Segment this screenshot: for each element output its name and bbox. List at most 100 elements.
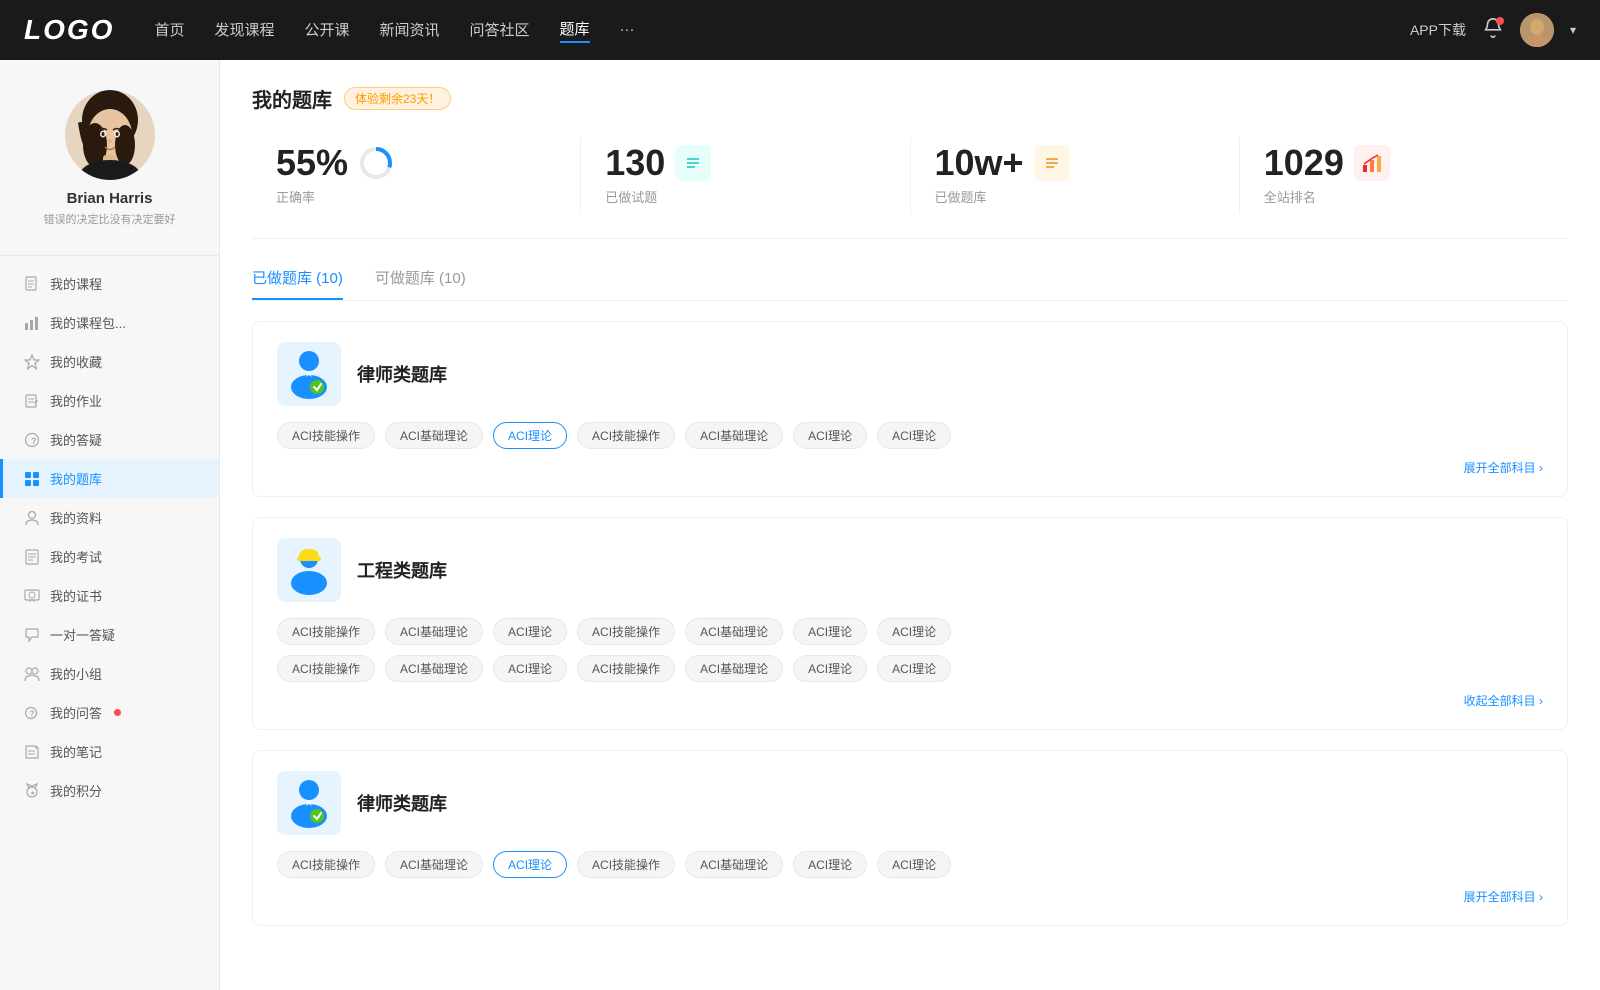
page-title: 我的题库 [252, 84, 332, 113]
tag-2-5[interactable]: ACI基础理论 [685, 618, 783, 645]
tag-2-11[interactable]: ACI技能操作 [577, 655, 675, 682]
tag-2-3[interactable]: ACI理论 [493, 618, 567, 645]
qbank-title-text-2: 工程类题库 [357, 557, 447, 583]
sidebar-item-questions[interactable]: ? 我的问答 [0, 693, 219, 732]
nav-qbank[interactable]: 题库 [560, 18, 590, 43]
qanda-icon: ? [24, 705, 40, 721]
qbank-expand-1[interactable]: 展开全部科目 › [277, 459, 1543, 476]
tag-1-7[interactable]: ACI理论 [877, 422, 951, 449]
notification-dot [1496, 17, 1504, 25]
tag-2-10[interactable]: ACI理论 [493, 655, 567, 682]
qbank-header-engineer: 工程类题库 [277, 538, 1543, 602]
tag-1-5[interactable]: ACI基础理论 [685, 422, 783, 449]
logo[interactable]: LOGO [24, 14, 114, 46]
nav-qa[interactable]: 问答社区 [470, 19, 530, 42]
tab-todo[interactable]: 可做题库 (10) [375, 267, 466, 300]
people-icon [24, 510, 40, 526]
stat-top-questions: 130 [605, 145, 885, 181]
stat-icon-rank [1354, 145, 1390, 181]
edit-icon [24, 393, 40, 409]
main-layout: Brian Harris 错误的决定比没有决定要好 我的课程 我的课程包... [0, 60, 1600, 990]
tag-2-6[interactable]: ACI理论 [793, 618, 867, 645]
nav-discover[interactable]: 发现课程 [214, 19, 274, 42]
sidebar-label-qa: 我的答疑 [50, 430, 102, 449]
qbank-header-lawyer-2: 律师类题库 [277, 771, 1543, 835]
sidebar-avatar [65, 90, 155, 180]
user-dropdown-arrow[interactable]: ▾ [1570, 23, 1576, 37]
sidebar-item-homework[interactable]: 我的作业 [0, 381, 219, 420]
tag-2-7[interactable]: ACI理论 [877, 618, 951, 645]
nav-home[interactable]: 首页 [154, 19, 184, 42]
sidebar-label-homework: 我的作业 [50, 391, 102, 410]
doc-icon [24, 549, 40, 565]
tag-3-3[interactable]: ACI理论 [493, 851, 567, 878]
tag-1-3[interactable]: ACI理论 [493, 422, 567, 449]
stat-questions-done: 130 已做试题 [581, 137, 910, 214]
sidebar-item-exam[interactable]: 我的考试 [0, 537, 219, 576]
nav-news[interactable]: 新闻资讯 [380, 19, 440, 42]
qbank-collapse-2[interactable]: 收起全部科目 › [277, 692, 1543, 709]
donut-chart [358, 145, 394, 181]
sidebar-label-favorites: 我的收藏 [50, 352, 102, 371]
tag-2-1[interactable]: ACI技能操作 [277, 618, 375, 645]
tag-3-6[interactable]: ACI理论 [793, 851, 867, 878]
tag-3-7[interactable]: ACI理论 [877, 851, 951, 878]
tag-2-14[interactable]: ACI理论 [877, 655, 951, 682]
sidebar-label-cert: 我的证书 [50, 586, 102, 605]
tag-1-2[interactable]: ACI基础理论 [385, 422, 483, 449]
qbank-expand-3[interactable]: 展开全部科目 › [277, 888, 1543, 905]
sidebar-item-points[interactable]: ★ 我的积分 [0, 771, 219, 810]
nav-open-course[interactable]: 公开课 [304, 19, 349, 42]
tag-3-1[interactable]: ACI技能操作 [277, 851, 375, 878]
sidebar-item-group[interactable]: 我的小组 [0, 654, 219, 693]
qbank-title-text-1: 律师类题库 [357, 361, 447, 387]
tag-2-8[interactable]: ACI技能操作 [277, 655, 375, 682]
list-orange-icon [1040, 151, 1064, 175]
tag-3-2[interactable]: ACI基础理论 [385, 851, 483, 878]
tag-2-12[interactable]: ACI基础理论 [685, 655, 783, 682]
qbank-icon-engineer [277, 538, 341, 602]
qbank-card-lawyer-1: 律师类题库 ACI技能操作 ACI基础理论 ACI理论 ACI技能操作 ACI基… [252, 321, 1568, 497]
sidebar-item-profile[interactable]: 我的资料 [0, 498, 219, 537]
nav-more[interactable]: ··· [620, 21, 635, 40]
sidebar-profile: Brian Harris 错误的决定比没有决定要好 [0, 80, 219, 247]
tag-2-4[interactable]: ACI技能操作 [577, 618, 675, 645]
tag-2-9[interactable]: ACI基础理论 [385, 655, 483, 682]
stat-banks-done: 10w+ 已做题库 [911, 137, 1240, 214]
sidebar-item-qa[interactable]: ? 我的答疑 [0, 420, 219, 459]
topnav-menu: 首页 发现课程 公开课 新闻资讯 问答社区 题库 ··· [154, 18, 1410, 43]
tag-2-13[interactable]: ACI理论 [793, 655, 867, 682]
stat-label-banks: 已做题库 [935, 187, 1215, 206]
sidebar-item-cert[interactable]: 我的证书 [0, 576, 219, 615]
app-download-link[interactable]: APP下载 [1410, 20, 1466, 40]
sidebar-item-my-course[interactable]: 我的课程 [0, 264, 219, 303]
tag-1-6[interactable]: ACI理论 [793, 422, 867, 449]
sidebar-label-course-pack: 我的课程包... [50, 313, 126, 332]
qbank-tags-lawyer-2: ACI技能操作 ACI基础理论 ACI理论 ACI技能操作 ACI基础理论 AC… [277, 851, 1543, 878]
tab-done[interactable]: 已做题库 (10) [252, 267, 343, 300]
tag-3-4[interactable]: ACI技能操作 [577, 851, 675, 878]
stat-label-correct: 正确率 [276, 187, 556, 206]
sidebar-item-favorites[interactable]: 我的收藏 [0, 342, 219, 381]
qbank-tags-engineer-row2: ACI技能操作 ACI基础理论 ACI理论 ACI技能操作 ACI基础理论 AC… [277, 655, 1543, 682]
chat-icon [24, 627, 40, 643]
medal-icon: ★ [24, 783, 40, 799]
question-icon: ? [24, 432, 40, 448]
notification-bell[interactable] [1482, 17, 1504, 44]
star-icon [24, 354, 40, 370]
qbank-title-lawyer-2-wrap: 律师类题库 [357, 790, 447, 816]
sidebar-motto: 错误的决定比没有决定要好 [16, 211, 203, 227]
sidebar-item-tutor[interactable]: 一对一答疑 [0, 615, 219, 654]
sidebar-item-course-pack[interactable]: 我的课程包... [0, 303, 219, 342]
sidebar-item-notes[interactable]: 我的笔记 [0, 732, 219, 771]
stat-top-banks: 10w+ [935, 145, 1215, 181]
user-avatar[interactable] [1520, 13, 1554, 47]
tag-2-2[interactable]: ACI基础理论 [385, 618, 483, 645]
stat-value-banks: 10w+ [935, 145, 1024, 181]
tag-3-5[interactable]: ACI基础理论 [685, 851, 783, 878]
tag-1-4[interactable]: ACI技能操作 [577, 422, 675, 449]
tag-1-1[interactable]: ACI技能操作 [277, 422, 375, 449]
sidebar-item-qbank[interactable]: 我的题库 [0, 459, 219, 498]
stat-icon-questions [675, 145, 711, 181]
stat-value-correct: 55% [276, 145, 348, 181]
